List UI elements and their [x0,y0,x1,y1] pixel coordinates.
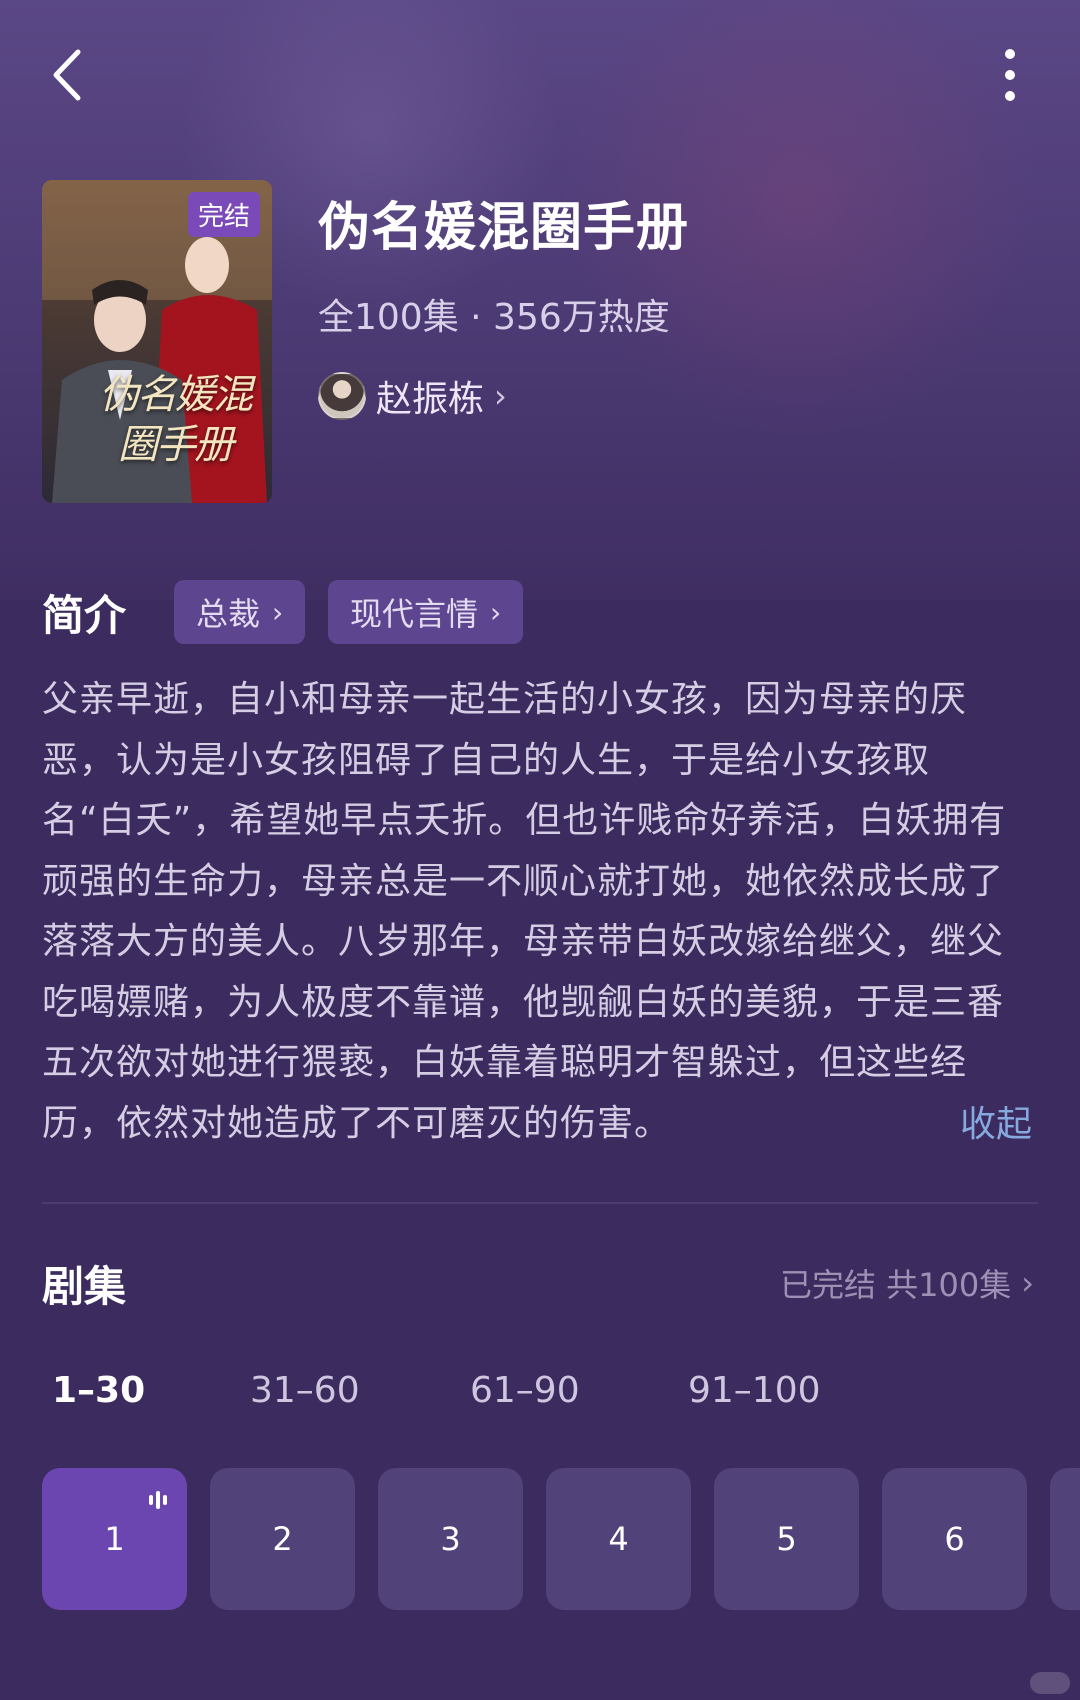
episode-number: 2 [272,1520,293,1558]
drama-cover[interactable]: 完结 伪名媛混圈手册 [42,180,272,503]
range-tab-31-60[interactable]: 31–60 [250,1370,360,1411]
intro-heading: 简介 [42,591,127,640]
episode-cell[interactable]: 5 [714,1468,859,1610]
more-vertical-icon [1005,49,1015,101]
author-link[interactable]: 赵振栋 › [318,372,507,420]
cover-title: 伪名媛混圈手册 [99,372,253,468]
range-tab-1-30[interactable]: 1–30 [52,1370,145,1411]
range-tab-61-90[interactable]: 61–90 [470,1370,580,1411]
episodes-status-link[interactable]: 已完结 共100集 › [780,1260,1034,1306]
range-tab-91-100[interactable]: 91–100 [688,1370,821,1411]
episode-number: 1 [104,1520,125,1558]
tag-modern-romance[interactable]: 现代言情 › [328,580,524,644]
more-options-button[interactable] [990,40,1030,110]
section-divider [42,1202,1038,1204]
tag-ceo[interactable]: 总裁 › [174,580,306,644]
episodes-heading: 剧集 [42,1262,127,1311]
episode-cell[interactable]: 4 [546,1468,691,1610]
tag-label: 现代言情 [350,595,479,633]
avatar [318,372,366,420]
chevron-left-icon [53,49,81,101]
tag-label: 总裁 [196,595,261,633]
drama-meta: 全100集 · 356万热度 [318,297,670,338]
collapse-button[interactable]: 收起 [960,1095,1032,1147]
episode-cell[interactable]: 1 [42,1468,187,1610]
chevron-right-icon: › [272,595,284,629]
episode-number: 6 [944,1520,965,1558]
episode-cell[interactable]: 6 [882,1468,1027,1610]
sound-bars-icon [149,1490,169,1510]
episode-number: 5 [776,1520,797,1558]
episode-cell-peek[interactable] [1050,1468,1080,1610]
episode-cell[interactable]: 2 [210,1468,355,1610]
chevron-right-icon: › [494,377,507,415]
episode-number: 4 [608,1520,629,1558]
drama-title: 伪名媛混圈手册 [318,198,690,258]
completed-badge: 完结 [187,192,260,237]
synopsis-text: 父亲早逝，自小和母亲一起生活的小女孩，因为母亲的厌恶，认为是小女孩阻碍了自己的人… [42,679,1007,1144]
back-button[interactable] [40,40,100,110]
episode-number: 3 [440,1520,461,1558]
watermark [1030,1672,1070,1694]
author-name: 赵振栋 [376,379,485,420]
episode-cell[interactable]: 3 [378,1468,523,1610]
chevron-right-icon: › [490,595,502,629]
chevron-right-icon: › [1021,1264,1035,1302]
episodes-status-text: 已完结 共100集 [780,1266,1012,1304]
